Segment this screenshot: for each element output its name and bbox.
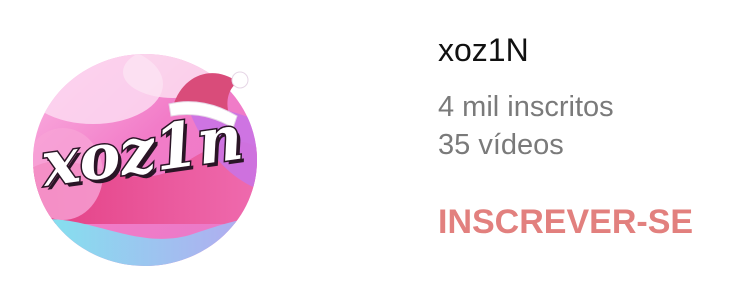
channel-info: xoz1N 4 mil inscritos 35 vídeos	[438, 28, 738, 164]
avatar-image: xoz1n xoz1n	[33, 54, 257, 266]
video-count: 35 vídeos	[438, 129, 564, 161]
subscriber-count: 4 mil inscritos	[438, 91, 614, 123]
subscribe-button[interactable]: INSCREVER-SE	[438, 200, 693, 244]
channel-avatar[interactable]: xoz1n xoz1n	[33, 54, 257, 266]
channel-name[interactable]: xoz1N	[438, 28, 738, 72]
channel-card: xoz1n xoz1n xoz1N 4 mil inscritos 35 víd…	[0, 0, 752, 284]
